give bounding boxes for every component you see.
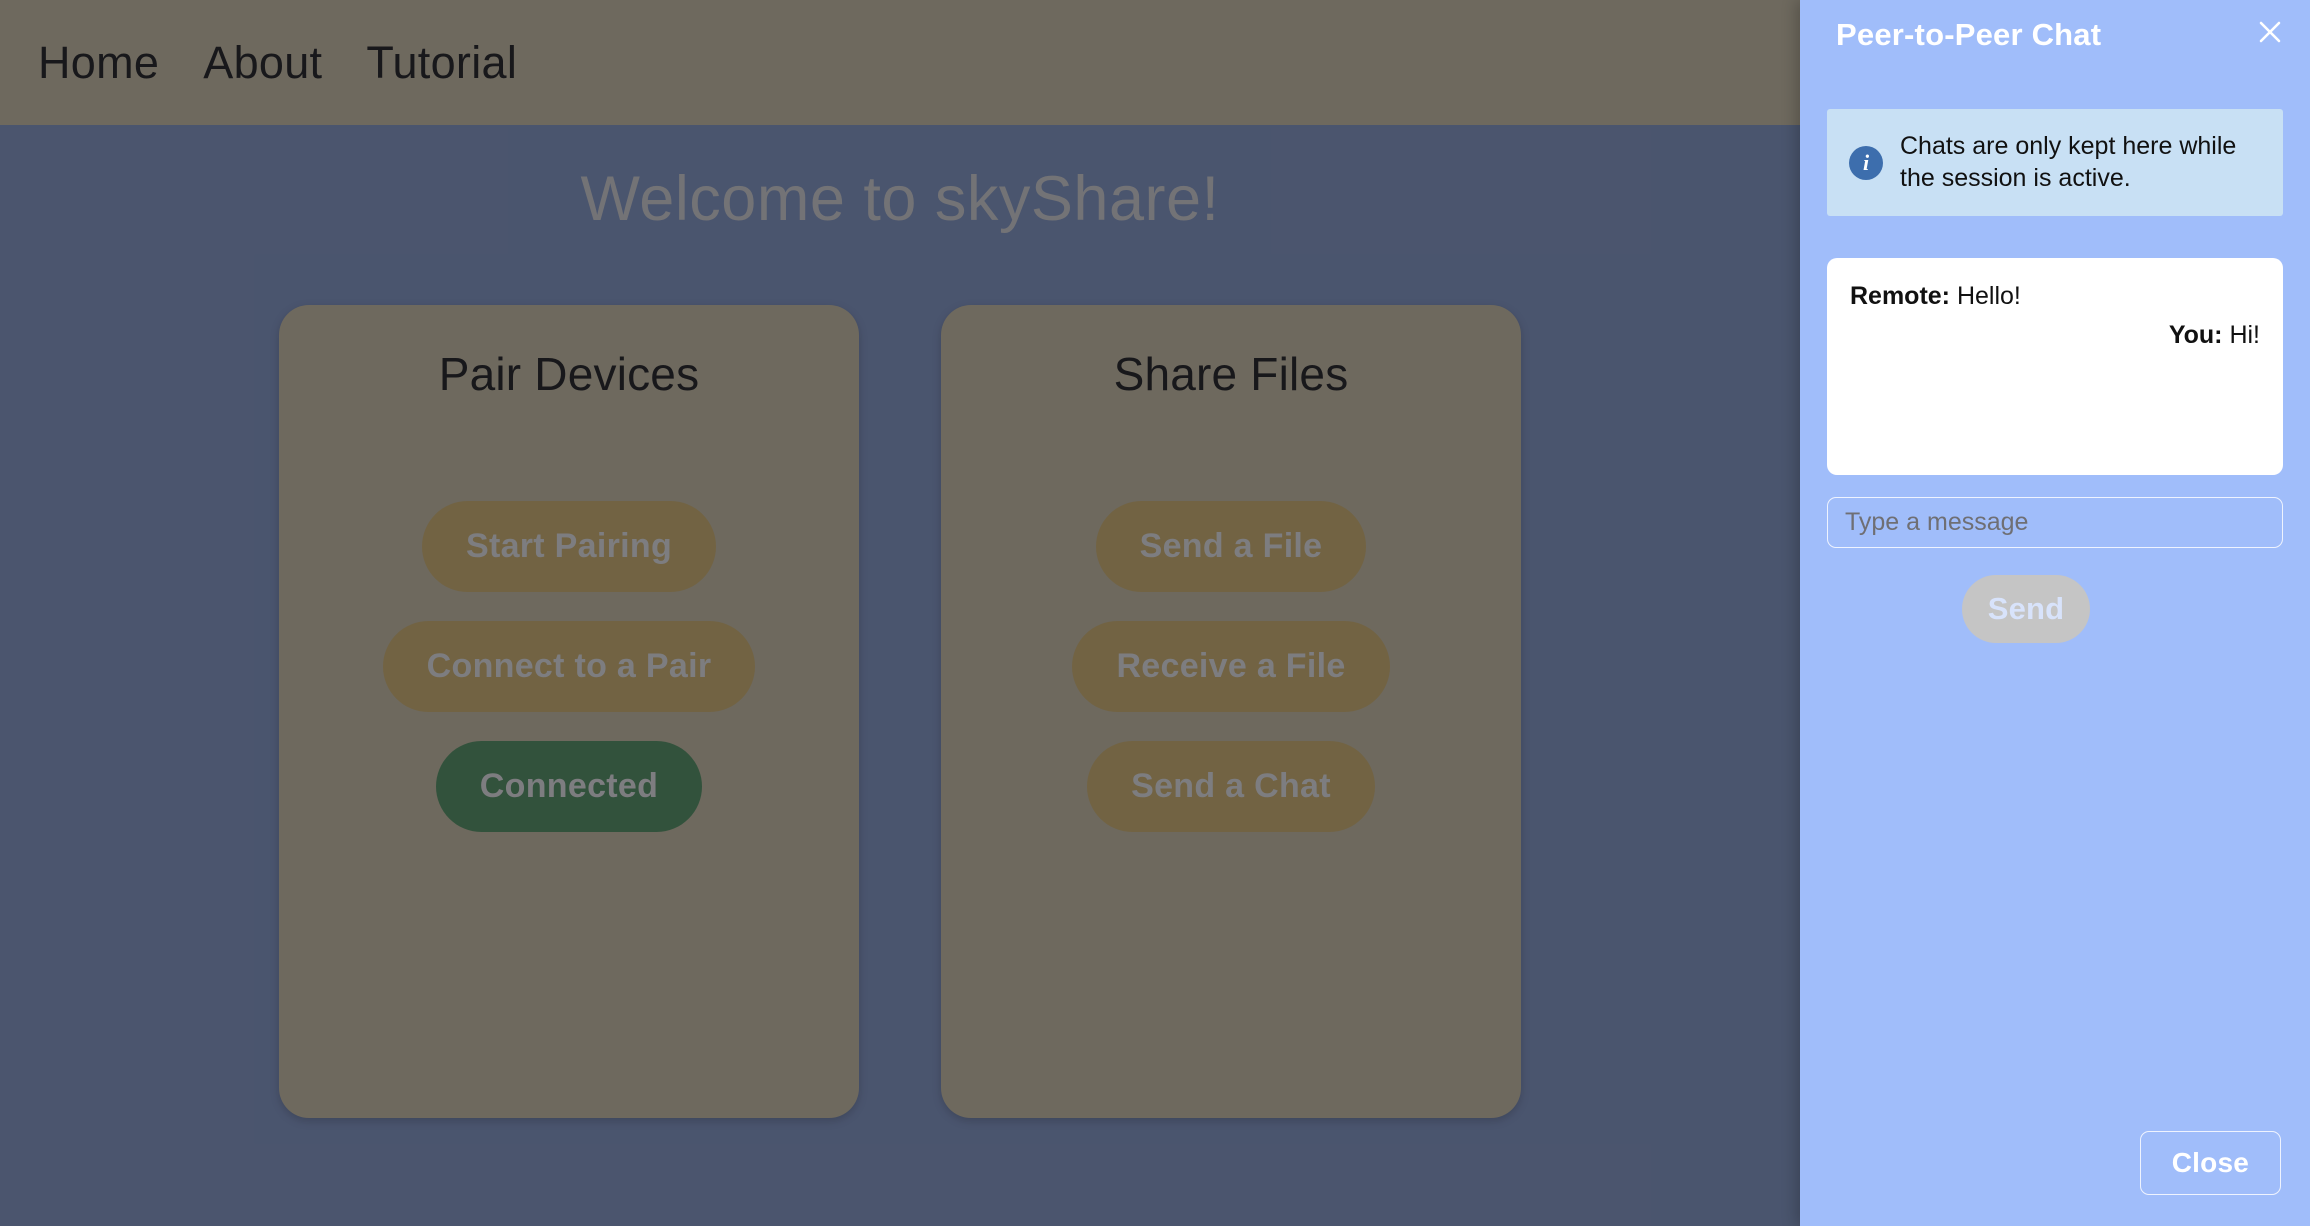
nav-link-about[interactable]: About bbox=[181, 37, 344, 89]
send-message-button[interactable]: Send bbox=[1962, 575, 2090, 643]
close-chat-button[interactable]: Close bbox=[2139, 1131, 2281, 1195]
chat-message-text: Hi! bbox=[2222, 320, 2260, 349]
top-navbar: Home About Tutorial bbox=[0, 0, 1800, 125]
receive-a-file-button[interactable]: Receive a File bbox=[1072, 621, 1390, 712]
chat-message: Remote: Hello! bbox=[1850, 279, 2260, 315]
chat-messages-list[interactable]: Remote: Hello! You: Hi! bbox=[1827, 258, 2283, 475]
share-files-actions: Send a File Receive a File Send a Chat bbox=[941, 501, 1521, 832]
info-circle-icon: i bbox=[1849, 145, 1883, 180]
session-info-text: Chats are only kept here while the sessi… bbox=[1900, 132, 2237, 192]
nav-link-home[interactable]: Home bbox=[16, 37, 181, 89]
chat-message-text: Hello! bbox=[1950, 282, 2021, 310]
close-icon[interactable] bbox=[2244, 6, 2296, 58]
app-root: Home About Tutorial Welcome to skyShare!… bbox=[0, 0, 2310, 1226]
card-title-pair-devices: Pair Devices bbox=[438, 348, 700, 400]
pair-devices-actions: Start Pairing Connect to a Pair Connecte… bbox=[279, 501, 859, 832]
card-share-files: Share Files Send a File Receive a File S… bbox=[941, 305, 1521, 1118]
nav-link-tutorial[interactable]: Tutorial bbox=[344, 37, 539, 89]
peer-to-peer-chat-panel: Peer-to-Peer Chat i Chats are only kept … bbox=[1800, 0, 2310, 1226]
cards-container: Pair Devices Start Pairing Connect to a … bbox=[0, 305, 1800, 1118]
connected-status-button[interactable]: Connected bbox=[435, 741, 703, 832]
card-title-share-files: Share Files bbox=[1113, 348, 1349, 400]
main-app-area: Home About Tutorial Welcome to skyShare!… bbox=[0, 0, 1800, 1226]
send-a-chat-button[interactable]: Send a Chat bbox=[1087, 741, 1375, 832]
send-a-file-button[interactable]: Send a File bbox=[1095, 501, 1367, 592]
chat-message: You: Hi! bbox=[1850, 318, 2260, 354]
connect-to-a-pair-button[interactable]: Connect to a Pair bbox=[382, 621, 756, 712]
session-info-banner: i Chats are only kept here while the ses… bbox=[1827, 109, 2283, 216]
chat-message-sender: You: bbox=[2168, 320, 2223, 349]
chat-panel-title: Peer-to-Peer Chat bbox=[1836, 17, 2102, 52]
page-title: Welcome to skyShare! bbox=[580, 164, 1220, 234]
start-pairing-button[interactable]: Start Pairing bbox=[421, 501, 717, 592]
card-pair-devices: Pair Devices Start Pairing Connect to a … bbox=[279, 305, 859, 1118]
chat-message-sender: Remote: bbox=[1850, 282, 1951, 310]
message-input[interactable] bbox=[1827, 497, 2283, 548]
